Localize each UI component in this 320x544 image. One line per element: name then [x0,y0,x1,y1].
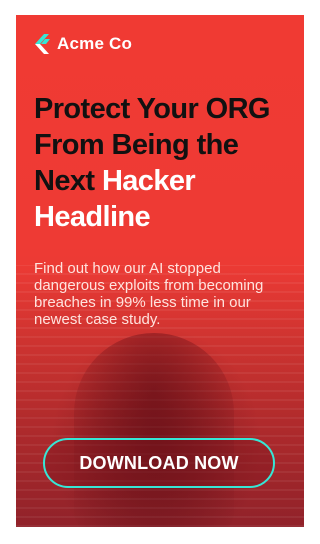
body-copy: Find out how our AI stopped dangerous ex… [34,260,264,328]
headline: Protect Your ORG From Being the Next Hac… [34,91,296,235]
ad-banner[interactable]: Acme Co Protect Your ORG From Being the … [16,15,304,527]
download-now-button[interactable]: DOWNLOAD NOW [43,438,275,488]
hooded-figure-image [74,333,234,527]
brand-name: Acme Co [57,34,133,53]
chevron-logo-icon [35,34,50,54]
brand-logo: Acme Co [35,33,132,55]
